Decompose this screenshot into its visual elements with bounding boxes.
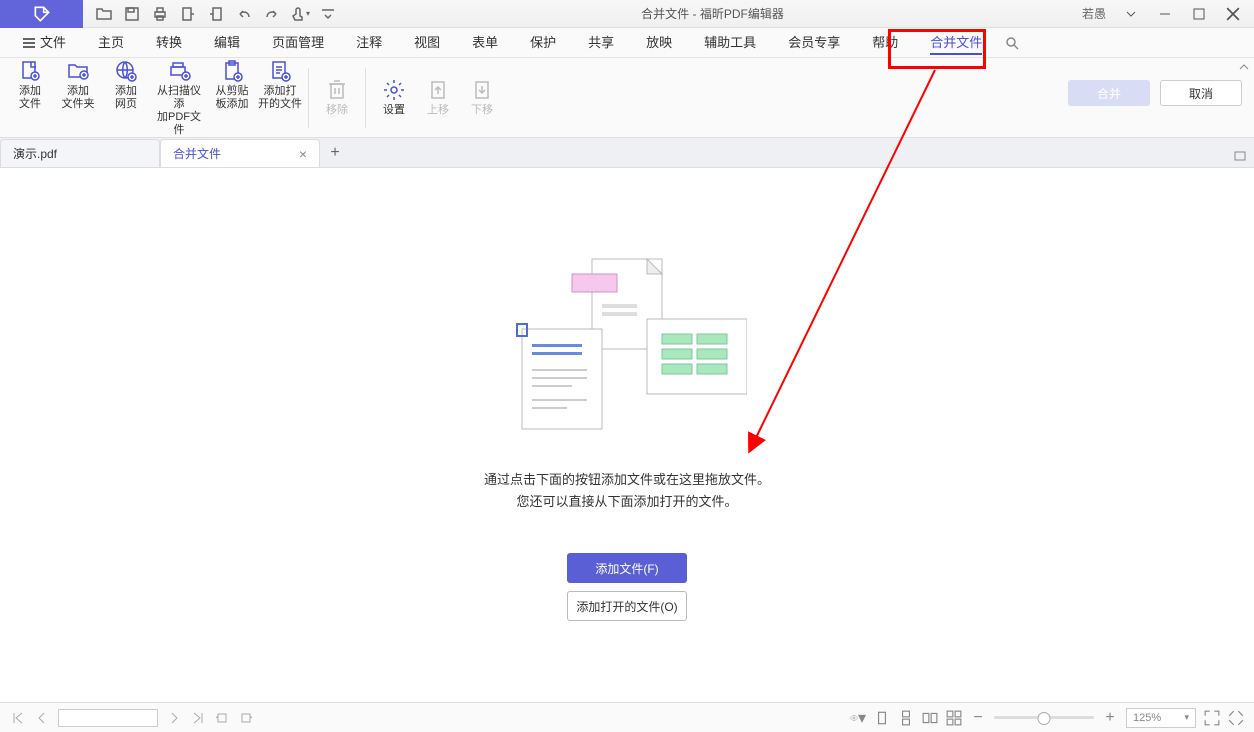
open-icon[interactable] — [91, 2, 117, 26]
collapse-ribbon-icon[interactable] — [1238, 60, 1250, 78]
doc-tab-demo[interactable]: 演示.pdf — [0, 139, 160, 167]
doc-tab-merge[interactable]: 合并文件 × — [160, 139, 320, 167]
close-icon[interactable] — [1218, 2, 1248, 26]
title-doc: 合并文件 — [641, 7, 689, 21]
status-left — [10, 709, 254, 727]
menu-share[interactable]: 共享 — [572, 28, 630, 58]
rotate-left-icon[interactable] — [214, 710, 230, 726]
menu-page-management[interactable]: 页面管理 — [256, 28, 340, 58]
cancel-button[interactable]: 取消 — [1160, 80, 1242, 106]
title-right: 若愚 — [1076, 2, 1254, 26]
ribbon-separator — [308, 68, 309, 128]
search-icon[interactable] — [998, 36, 1026, 50]
add-open-files-button[interactable]: 添加打开的文件(O) — [567, 591, 687, 621]
touch-icon[interactable]: ▾ — [287, 2, 313, 26]
menu-present[interactable]: 放映 — [630, 28, 688, 58]
window-title: 合并文件 - 福昕PDF编辑器 — [349, 5, 1076, 22]
add-scanner-button[interactable]: 从扫描仪添加PDF文件 — [152, 59, 206, 137]
remove-button: 移除 — [315, 78, 359, 117]
tab-add-icon[interactable]: + — [320, 139, 350, 167]
empty-illustration — [507, 249, 747, 449]
maximize-icon[interactable] — [1184, 2, 1214, 26]
view-continuous-icon[interactable] — [898, 710, 914, 726]
add-web-button[interactable]: 添加网页 — [104, 59, 148, 137]
menu-vip[interactable]: 会员专享 — [772, 28, 856, 58]
prev-page-icon[interactable] — [34, 710, 50, 726]
title-app: 福昕PDF编辑器 — [700, 7, 784, 21]
qat-dropdown-icon[interactable] — [315, 2, 341, 26]
menu-annotate[interactable]: 注释 — [340, 28, 398, 58]
add-file-main-button[interactable]: 添加文件(F) — [567, 553, 687, 583]
ribbon-group-add: 添加文件 添加文件夹 添加网页 从扫描仪添加PDF文件 从剪贴板添加 添加打开的… — [8, 59, 302, 137]
document-tab-bar: 演示.pdf 合并文件 × + — [0, 138, 1254, 168]
view-continuous-facing-icon[interactable] — [946, 710, 962, 726]
fit-icon[interactable] — [1228, 710, 1244, 726]
hint-line-2: 您还可以直接从下面添加打开的文件。 — [516, 491, 737, 513]
add-file-button[interactable]: 添加文件 — [8, 59, 52, 137]
fullscreen-icon[interactable] — [1204, 710, 1220, 726]
zoom-out-icon[interactable]: − — [970, 710, 986, 726]
view-single-icon[interactable] — [874, 710, 890, 726]
settings-button[interactable]: 设置 — [372, 78, 416, 117]
move-down-button: 下移 — [460, 78, 504, 117]
minimize-icon[interactable] — [1150, 2, 1180, 26]
hint-line-1: 通过点击下面的按钮添加文件或在这里拖放文件。 — [484, 469, 770, 491]
tab-overflow-icon[interactable] — [1234, 149, 1254, 167]
save-icon[interactable] — [119, 2, 145, 26]
ribbon: 添加文件 添加文件夹 添加网页 从扫描仪添加PDF文件 从剪贴板添加 添加打开的… — [0, 58, 1254, 138]
page-next-icon[interactable] — [203, 2, 229, 26]
app-logo[interactable] — [0, 0, 83, 28]
menu-protect[interactable]: 保护 — [514, 28, 572, 58]
menu-help[interactable]: 帮助 — [856, 28, 914, 58]
redo-icon[interactable] — [259, 2, 285, 26]
tab-close-icon[interactable]: × — [299, 146, 307, 162]
add-open-button[interactable]: 添加打开的文件 — [258, 59, 302, 137]
last-page-icon[interactable] — [190, 710, 206, 726]
zoom-slider[interactable] — [994, 716, 1094, 719]
content-area: 通过点击下面的按钮添加文件或在这里拖放文件。 您还可以直接从下面添加打开的文件。… — [0, 168, 1254, 702]
rotate-right-icon[interactable] — [238, 710, 254, 726]
user-dropdown-icon[interactable] — [1116, 2, 1146, 26]
page-prev-icon[interactable] — [175, 2, 201, 26]
print-icon[interactable] — [147, 2, 173, 26]
menu-form[interactable]: 表单 — [456, 28, 514, 58]
status-bar: ▾ − + 125% — [0, 702, 1254, 732]
menu-file[interactable]: 文件 — [6, 28, 82, 58]
menu-home[interactable]: 主页 — [82, 28, 140, 58]
tab-label: 合并文件 — [173, 145, 221, 162]
menu-bar: 文件 主页 转换 编辑 页面管理 注释 视图 表单 保护 共享 放映 辅助工具 … — [0, 28, 1254, 58]
page-input[interactable] — [58, 709, 158, 727]
ribbon-separator — [365, 68, 366, 128]
tab-label: 演示.pdf — [13, 145, 57, 162]
quick-access-toolbar: ▾ — [83, 2, 349, 26]
user-name[interactable]: 若愚 — [1076, 5, 1112, 22]
zoom-value[interactable]: 125% — [1126, 708, 1196, 728]
add-clipboard-button[interactable]: 从剪贴板添加 — [210, 59, 254, 137]
first-page-icon[interactable] — [10, 710, 26, 726]
ribbon-actions: 合并 取消 — [1068, 80, 1242, 106]
menu-merge-files[interactable]: 合并文件 — [914, 28, 998, 58]
view-facing-icon[interactable] — [922, 710, 938, 726]
undo-icon[interactable] — [231, 2, 257, 26]
view-eye-icon[interactable]: ▾ — [850, 710, 866, 726]
menu-convert[interactable]: 转换 — [140, 28, 198, 58]
next-page-icon[interactable] — [166, 710, 182, 726]
merge-button[interactable]: 合并 — [1068, 80, 1150, 106]
add-folder-button[interactable]: 添加文件夹 — [56, 59, 100, 137]
status-right: ▾ − + 125% — [850, 708, 1244, 728]
zoom-in-icon[interactable]: + — [1102, 710, 1118, 726]
menu-edit[interactable]: 编辑 — [198, 28, 256, 58]
menu-view[interactable]: 视图 — [398, 28, 456, 58]
move-up-button: 上移 — [416, 78, 460, 117]
menu-tools[interactable]: 辅助工具 — [688, 28, 772, 58]
title-bar: ▾ 合并文件 - 福昕PDF编辑器 若愚 — [0, 0, 1254, 28]
